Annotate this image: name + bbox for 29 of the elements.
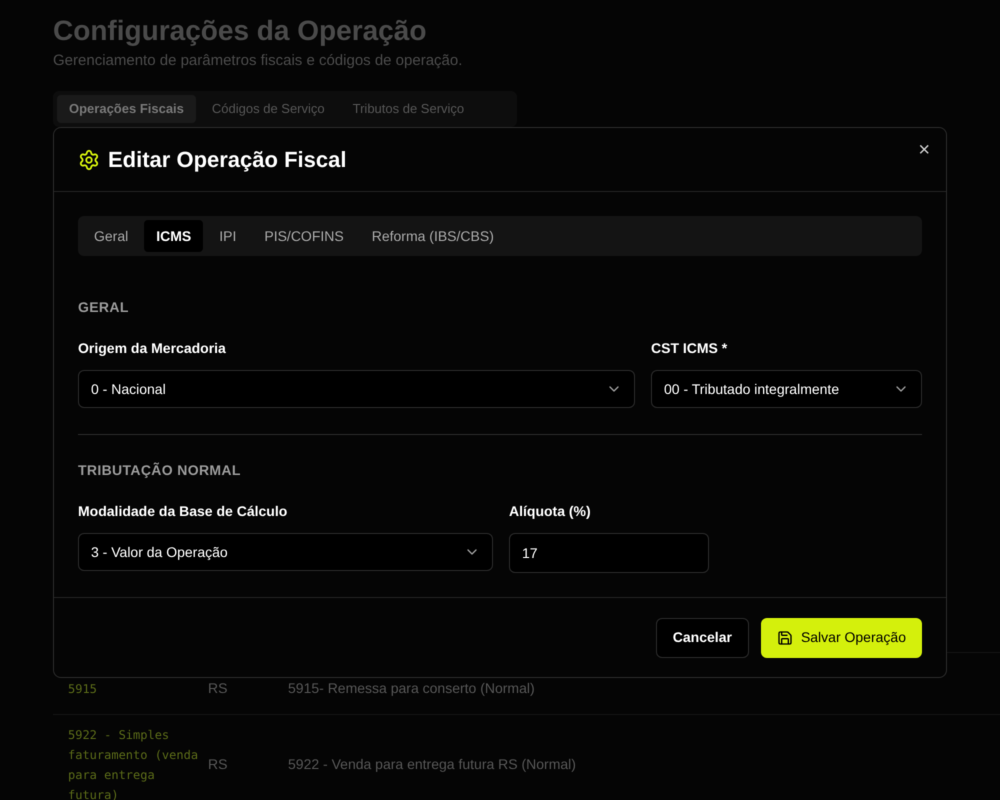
tab[interactable]: Reforma (IBS/CBS) [360, 220, 506, 252]
field-label: Alíquota (%) [509, 502, 592, 521]
save-button[interactable]: Salvar Operação [760, 618, 922, 658]
tab[interactable]: PIS/COFINS [252, 220, 356, 252]
table-cell-text: 5922 - Simples faturamento (venda para entrega futura) [67, 726, 200, 800]
select-field[interactable]: 00 - Tributado integralmente [651, 370, 922, 408]
page-title: Configurações da Operação [53, 14, 428, 48]
page-subtitle: Gerenciamento de parâmetros fiscais e códigos de operação. [53, 51, 464, 71]
field-label: CST ICMS * [651, 339, 728, 358]
cancel-button[interactable]: Cancelar [656, 618, 749, 658]
close-button[interactable]: × [918, 140, 930, 160]
page-tab[interactable]: Operações Fiscais [57, 94, 196, 122]
table-cell-text: RS [208, 679, 228, 698]
table-cell-text: 5922 - Venda para entrega futura RS (Normal) [288, 755, 576, 774]
select-field[interactable]: 3 - Valor da Operação [78, 533, 493, 571]
field-label: Modalidade da Base de Cálculo [78, 502, 288, 521]
select-field[interactable]: 0 - Nacional [78, 370, 635, 408]
table-cell-text: RS [208, 755, 228, 774]
field-label: Origem da Mercadoria [78, 339, 227, 358]
dialog-title: Editar Operação Fiscal [108, 146, 346, 174]
table-cell-text: 5915- Remessa para conserto (Normal) [288, 679, 535, 698]
settings-icon [78, 148, 100, 170]
tab[interactable]: IPI [207, 220, 248, 252]
section-heading: GERAL [78, 298, 130, 317]
tab[interactable]: ICMS [144, 220, 204, 252]
section-heading: TRIBUTAÇÃO NORMAL [78, 461, 242, 480]
input-field[interactable]: 17 [509, 533, 709, 573]
tab[interactable]: Geral [82, 220, 140, 252]
table-cell-text: 5915 [67, 680, 98, 698]
